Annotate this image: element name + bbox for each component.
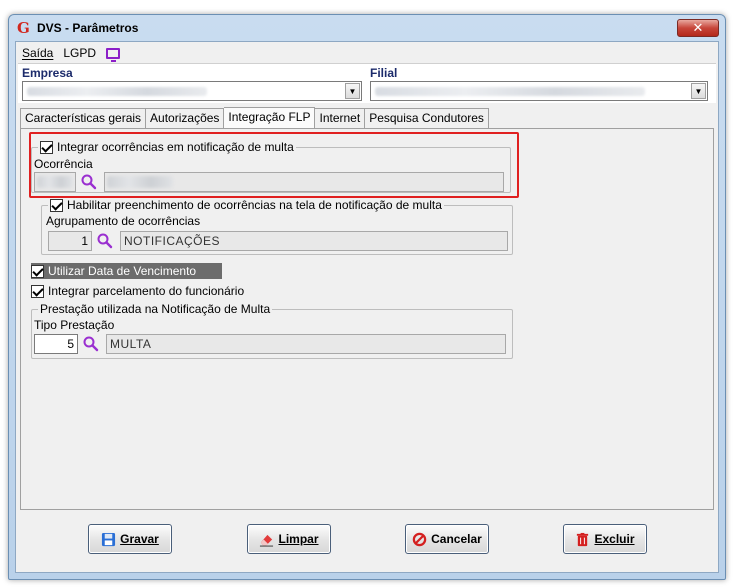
- tipo-prestacao-code-field[interactable]: 5: [34, 334, 78, 354]
- tab-strip: Características gerais Autorizações Inte…: [20, 107, 489, 129]
- agrupamento-label: Agrupamento de ocorrências: [46, 214, 201, 228]
- tab-internet[interactable]: Internet: [315, 108, 366, 128]
- tipo-prestacao-description-field: MULTA: [106, 334, 506, 354]
- close-button[interactable]: ✕: [677, 19, 719, 37]
- cancelar-button[interactable]: Cancelar: [405, 524, 489, 554]
- prestacao-group: Prestação utilizada na Notificação de Mu…: [31, 302, 513, 359]
- tab-autorizacoes[interactable]: Autorizações: [146, 108, 225, 128]
- empresa-label: Empresa: [22, 66, 73, 80]
- utilizar-data-vencimento-label: Utilizar Data de Vencimento: [48, 264, 197, 278]
- menu-lgpd[interactable]: LGPD: [61, 46, 98, 60]
- tab-panel-integracao-flp: Integrar ocorrências em notificação de m…: [20, 128, 714, 510]
- filial-value-redacted: [375, 87, 645, 96]
- limpar-label: Limpar: [278, 532, 319, 546]
- filial-label: Filial: [370, 66, 398, 80]
- tipo-prestacao-label: Tipo Prestação: [34, 318, 115, 332]
- client-area: Saída LGPD Empresa ▼ Filial ▼ Caracterís…: [15, 41, 719, 573]
- eraser-icon: [260, 534, 274, 547]
- agrupamento-description-field: NOTIFICAÇÕES: [120, 231, 508, 251]
- agrupamento-code-field[interactable]: 1: [48, 231, 92, 251]
- trash-icon: [577, 532, 589, 546]
- dialog-window: G DVS - Parâmetros ✕ Saída LGPD Empresa …: [8, 14, 726, 580]
- integrar-parcelamento-row[interactable]: Integrar parcelamento do funcionário: [31, 284, 244, 298]
- cancelar-label: Cancelar: [431, 532, 482, 546]
- menu-bar: Saída LGPD: [20, 44, 121, 62]
- window-title: DVS - Parâmetros: [37, 21, 139, 35]
- agrupamento-group: Habilitar preenchimento de ocorrências n…: [41, 198, 513, 255]
- search-icon[interactable]: [96, 232, 114, 250]
- limpar-button[interactable]: Limpar: [247, 524, 331, 554]
- floppy-disk-icon: [102, 532, 116, 546]
- excluir-button[interactable]: Excluir: [563, 524, 647, 554]
- app-logo-icon: G: [17, 19, 30, 37]
- monitor-icon[interactable]: [106, 47, 121, 62]
- empresa-select[interactable]: ▼: [22, 81, 362, 101]
- gravar-button[interactable]: Gravar: [88, 524, 172, 554]
- chevron-down-icon[interactable]: ▼: [345, 83, 360, 99]
- integrar-parcelamento-label: Integrar parcelamento do funcionário: [48, 284, 245, 298]
- title-bar[interactable]: G DVS - Parâmetros ✕: [9, 15, 725, 41]
- utilizar-data-vencimento-checkbox[interactable]: [31, 264, 44, 278]
- tab-caracteristicas-gerais[interactable]: Características gerais: [20, 108, 147, 128]
- tab-pesquisa-condutores[interactable]: Pesquisa Condutores: [365, 108, 489, 128]
- chevron-down-icon[interactable]: ▼: [691, 83, 706, 99]
- menu-saida[interactable]: Saída: [20, 46, 55, 60]
- filial-select[interactable]: ▼: [370, 81, 708, 101]
- utilizar-data-vencimento-row[interactable]: Utilizar Data de Vencimento: [31, 263, 223, 279]
- highlight-box: [29, 132, 519, 198]
- button-bar: Gravar Limpar Cancelar Excluir: [16, 512, 718, 572]
- prestacao-legend: Prestação utilizada na Notificação de Mu…: [38, 302, 273, 316]
- company-header: Empresa ▼ Filial ▼: [18, 63, 716, 103]
- empresa-value-redacted: [27, 87, 207, 96]
- tab-integracao-flp[interactable]: Integração FLP: [224, 107, 316, 129]
- habilitar-preenchimento-legend: Habilitar preenchimento de ocorrências n…: [48, 198, 444, 212]
- search-icon[interactable]: [82, 335, 100, 353]
- habilitar-preenchimento-checkbox[interactable]: [50, 198, 63, 212]
- integrar-parcelamento-checkbox[interactable]: [31, 284, 44, 298]
- habilitar-preenchimento-label: Habilitar preenchimento de ocorrências n…: [67, 198, 442, 212]
- gravar-label: Gravar: [120, 532, 159, 546]
- cancel-circle-icon: [412, 532, 427, 546]
- excluir-label: Excluir: [594, 532, 635, 546]
